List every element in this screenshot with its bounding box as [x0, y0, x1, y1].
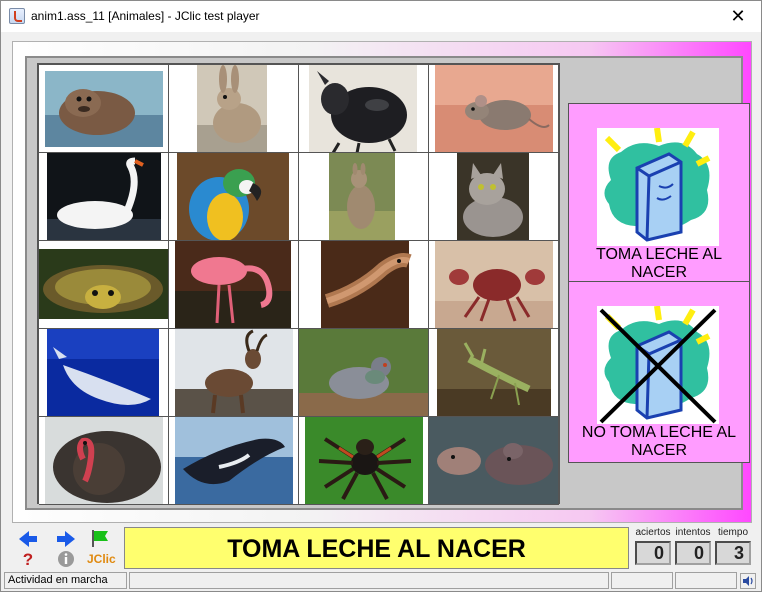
slot-milk[interactable]: TOMA LECHE AL NACER: [569, 104, 749, 282]
cell-snake[interactable]: [299, 241, 429, 329]
turkey-image: [45, 417, 163, 504]
cell-macaw[interactable]: [169, 153, 299, 241]
cell-cat[interactable]: [429, 153, 559, 241]
humpback-whale-image: [175, 417, 293, 504]
cat-image: [457, 153, 529, 240]
java-app-icon: [9, 8, 25, 24]
aciertos-counter: 0: [635, 541, 671, 565]
snake-image: [321, 241, 412, 328]
forward-arrow-icon[interactable]: [55, 529, 77, 549]
sea-lion-image: [45, 71, 163, 147]
no-milk-carton-icon: [597, 306, 719, 424]
back-arrow-icon[interactable]: [17, 529, 39, 549]
status-field-b: [675, 572, 737, 589]
svg-text:?: ?: [23, 550, 33, 569]
beetle-image: [309, 65, 417, 152]
no-milk-caption: NO TOMA LECHE AL NACER: [581, 424, 737, 459]
cell-swan[interactable]: [39, 153, 169, 241]
cell-mantis[interactable]: [429, 329, 559, 417]
status-bar: Actividad en marcha: [1, 571, 761, 591]
jclic-logo-button[interactable]: JClic: [87, 552, 116, 566]
cell-pigeon[interactable]: [299, 329, 429, 417]
turtle-image: [39, 249, 168, 319]
slot-no-milk[interactable]: NO TOMA LECHE AL NACER: [569, 282, 749, 460]
player-window: anim1.ass_11 [Animales] - JClic test pla…: [0, 0, 762, 592]
tiempo-counter: 3: [715, 541, 751, 565]
title-bar: anim1.ass_11 [Animales] - JClic test pla…: [1, 1, 761, 32]
cell-flamingo[interactable]: [169, 241, 299, 329]
swan-image: [47, 153, 161, 240]
cell-rabbit[interactable]: [169, 65, 299, 153]
cell-humpback-whale[interactable]: [169, 417, 299, 505]
intentos-counter: 0: [675, 541, 711, 565]
rabbit-image: [197, 65, 267, 152]
cell-turkey[interactable]: [39, 417, 169, 505]
tiempo-label: tiempo: [717, 527, 748, 538]
flamingo-image: [175, 241, 291, 328]
message-box: TOMA LECHE AL NACER: [124, 527, 629, 569]
spider-image: [305, 417, 423, 504]
restart-flag-icon[interactable]: [89, 528, 111, 548]
info-icon[interactable]: [55, 549, 77, 569]
status-text: Actividad en marcha: [4, 572, 127, 589]
cell-ibex[interactable]: [169, 329, 299, 417]
milk-caption: TOMA LECHE AL NACER: [596, 246, 722, 281]
category-panel: TOMA LECHE AL NACER NO TOMA LECHE AL NAC…: [568, 103, 750, 463]
control-bar: ? JClic TOMA LECHE AL NACER aciertos 0 i…: [1, 525, 761, 569]
macaw-image: [177, 153, 289, 240]
whale-image: [47, 329, 159, 416]
mouse-image: [435, 65, 553, 152]
status-field-a: [611, 572, 673, 589]
intentos-label: intentos: [675, 527, 711, 538]
cell-mouse[interactable]: [429, 65, 559, 153]
cell-beetle[interactable]: [299, 65, 429, 153]
pigeon-image: [299, 329, 428, 416]
activity-stage: TOMA LECHE AL NACER NO TOMA LECHE AL NAC…: [12, 41, 752, 523]
crab-image: [435, 241, 553, 328]
cell-crab[interactable]: [429, 241, 559, 329]
help-icon[interactable]: ?: [17, 549, 39, 569]
animal-grid: [37, 63, 560, 505]
cell-spider[interactable]: [299, 417, 429, 505]
kangaroo-image: [329, 153, 395, 240]
cell-hippo[interactable]: [429, 417, 559, 505]
activity-panel: TOMA LECHE AL NACER NO TOMA LECHE AL NAC…: [25, 56, 750, 510]
close-button[interactable]: ✕: [715, 1, 761, 32]
hippo-image: [429, 417, 558, 504]
mantis-image: [437, 329, 551, 416]
cell-whale[interactable]: [39, 329, 169, 417]
cell-sea-lion[interactable]: [39, 65, 169, 153]
milk-carton-icon: [597, 128, 719, 246]
ibex-image: [175, 329, 293, 416]
status-field-progress: [129, 572, 609, 589]
sound-icon[interactable]: [740, 573, 756, 589]
cell-turtle[interactable]: [39, 241, 169, 329]
aciertos-label: aciertos: [635, 527, 671, 538]
cell-kangaroo[interactable]: [299, 153, 429, 241]
window-title: anim1.ass_11 [Animales] - JClic test pla…: [31, 9, 260, 23]
